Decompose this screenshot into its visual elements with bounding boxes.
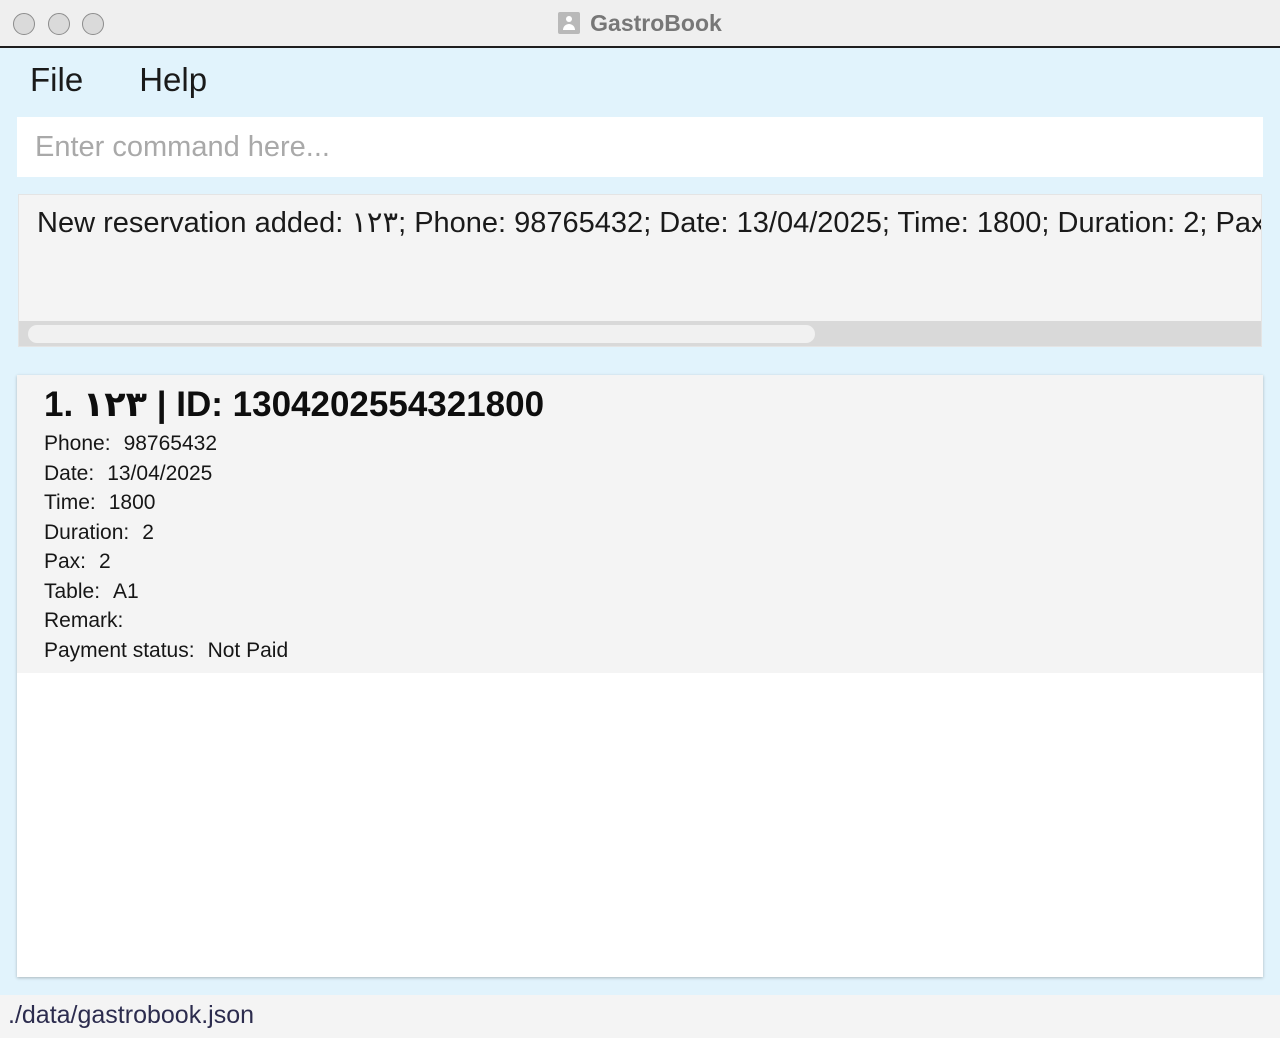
field-duration: Duration: 2: [44, 518, 288, 548]
field-label: Remark:: [44, 609, 124, 632]
field-label: Pax:: [44, 550, 87, 573]
horizontal-scrollbar[interactable]: [19, 321, 1261, 346]
window-title-group: GastroBook: [0, 0, 1280, 46]
field-pax: Pax: 2: [44, 547, 288, 577]
field-value: 1800: [108, 491, 156, 514]
menu-file[interactable]: File: [18, 58, 95, 102]
title-bar: GastroBook: [0, 0, 1280, 48]
field-table: Table: A1: [44, 577, 288, 607]
field-date: Date: 13/04/2025: [44, 459, 288, 489]
field-label: Payment status:: [44, 638, 195, 662]
status-bar: ./data/gastrobook.json: [0, 995, 1280, 1038]
field-phone: Phone: 98765432: [44, 429, 288, 459]
window-title: GastroBook: [590, 9, 722, 36]
reservation-list: 1. ١٢٣ | ID: 1304202554321800 Phone: 9876…: [17, 375, 1263, 977]
result-display: New reservation added: ١٢٣; Phone: 98765…: [18, 194, 1262, 347]
data-file-path: ./data/gastrobook.json: [8, 1001, 254, 1029]
scrollbar-thumb[interactable]: [28, 325, 815, 343]
field-value: Not Paid: [207, 638, 289, 662]
field-label: Table:: [44, 579, 101, 603]
field-time: Time: 1800: [44, 488, 288, 518]
field-label: Time:: [44, 491, 96, 514]
menu-help[interactable]: Help: [127, 58, 219, 102]
menu-bar: File Help: [18, 58, 219, 102]
field-value: 98765432: [123, 432, 217, 455]
field-value: 2: [142, 520, 154, 544]
field-label: Duration:: [44, 520, 130, 544]
reservation-card[interactable]: 1. ١٢٣ | ID: 1304202554321800 Phone: 9876…: [17, 375, 1263, 673]
contact-icon: [558, 12, 581, 34]
field-value: 13/04/2025: [107, 461, 213, 485]
field-value: A1: [113, 579, 139, 603]
field-remark: Remark:: [44, 606, 288, 636]
field-payment-status: Payment status: Not Paid: [44, 636, 288, 666]
reservation-title: 1. ١٢٣ | ID: 1304202554321800: [44, 385, 545, 424]
field-label: Phone:: [44, 432, 111, 455]
command-input[interactable]: [17, 117, 1263, 177]
result-message: New reservation added: ١٢٣; Phone: 98765…: [37, 207, 1262, 239]
field-value: 2: [99, 550, 111, 573]
field-label: Date:: [44, 461, 95, 485]
reservation-fields: Phone: 98765432 Date: 13/04/2025 Time: 1800…: [44, 429, 288, 665]
